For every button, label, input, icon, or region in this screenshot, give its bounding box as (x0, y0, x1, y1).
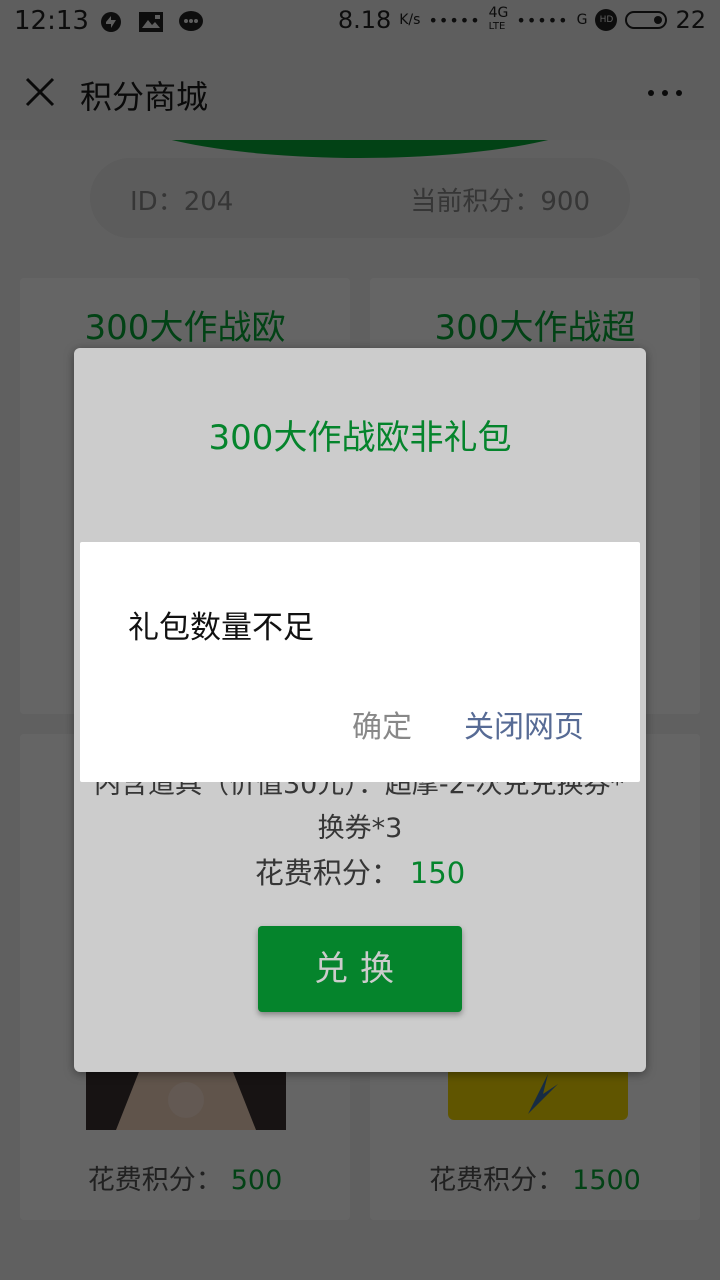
alert-dialog: 礼包数量不足 确定 关闭网页 (80, 542, 640, 782)
close-page-button[interactable]: 关闭网页 (464, 702, 584, 746)
alert-message: 礼包数量不足 (128, 610, 314, 646)
confirm-button[interactable]: 确定 (352, 702, 412, 746)
